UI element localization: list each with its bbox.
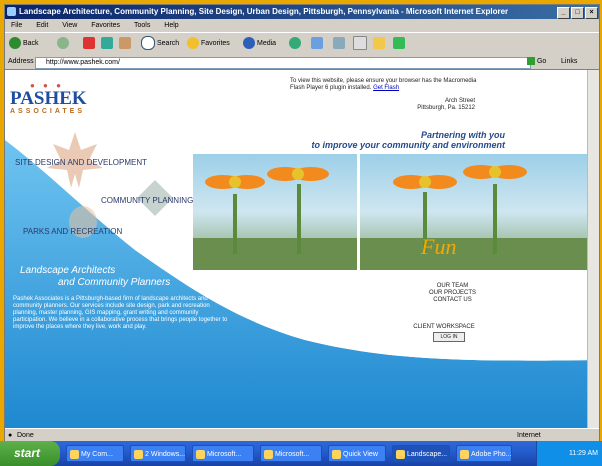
edit-icon — [353, 36, 367, 51]
folder-button[interactable] — [373, 36, 387, 52]
get-flash-link[interactable]: Get Flash — [373, 85, 399, 91]
back-arrow-icon — [9, 37, 21, 50]
address-label: Address — [8, 58, 34, 65]
refresh-button[interactable] — [101, 36, 115, 52]
task-button[interactable]: 2 Windows... — [130, 445, 186, 462]
task-button[interactable]: Microsoft... — [192, 445, 254, 462]
address-input[interactable]: http://www.pashek.com/ — [35, 57, 531, 69]
search-button[interactable]: Search — [141, 36, 179, 52]
forward-arrow-icon — [57, 37, 69, 50]
folder-icon — [373, 37, 385, 50]
browser-window: Landscape Architecture, Community Planni… — [4, 4, 600, 442]
nav-site-design[interactable]: SITE DESIGN AND DEVELOPMENT — [15, 158, 147, 167]
ie-app-icon — [396, 450, 405, 459]
app-icon — [264, 450, 273, 459]
contact-us-link[interactable]: CONTACT US — [415, 297, 490, 304]
home-icon — [119, 37, 131, 50]
close-button[interactable]: × — [585, 7, 598, 19]
photo-divider — [357, 154, 360, 270]
flash-note: To view this website, please ensure your… — [290, 78, 477, 91]
standard-toolbar: Back Search Favorites Media — [5, 32, 599, 56]
title-bar[interactable]: Landscape Architecture, Community Planni… — [5, 5, 599, 19]
landscape-heading: Landscape Architects and Community Plann… — [20, 265, 171, 288]
refresh-icon — [101, 37, 113, 50]
logo-name: PASHEK — [10, 88, 87, 109]
task-button[interactable]: Microsoft... — [260, 445, 322, 462]
app-icon — [134, 450, 143, 459]
search-icon — [141, 36, 155, 51]
system-tray: 11:29 AM — [536, 441, 602, 466]
our-projects-link[interactable]: OUR PROJECTS — [415, 290, 490, 297]
client-workspace-label: CLIENT WORKSPACE — [413, 324, 475, 330]
print-icon — [333, 37, 345, 50]
menu-edit[interactable]: Edit — [36, 22, 48, 29]
start-button[interactable]: start — [0, 441, 60, 466]
stop-icon — [83, 37, 95, 50]
flower-photo-banner: Fun — [193, 154, 597, 270]
flower-sculpture-image — [193, 165, 597, 270]
menu-file[interactable]: File — [11, 22, 22, 29]
menu-favorites[interactable]: Favorites — [91, 22, 120, 29]
app-icon — [196, 450, 205, 459]
app-icon — [70, 450, 79, 459]
links-label[interactable]: Links — [561, 55, 577, 69]
messenger-button[interactable] — [393, 36, 407, 52]
windows-taskbar: start My Com... 2 Windows... Microsoft..… — [0, 441, 602, 466]
history-icon — [289, 37, 301, 50]
print-button[interactable] — [333, 36, 347, 52]
office-address: Arch Street Pittsburgh, Pa. 15212 — [417, 98, 475, 111]
window-title: Landscape Architecture, Community Planni… — [19, 7, 509, 16]
nav-community-planning[interactable]: COMMUNITY PLANNING — [101, 196, 193, 205]
menu-tools[interactable]: Tools — [134, 22, 150, 29]
app-icon — [332, 450, 341, 459]
task-button[interactable]: Adobe Pho... — [456, 445, 512, 462]
go-arrow-icon — [527, 57, 535, 66]
fairy-figure-icon — [69, 206, 97, 238]
media-button[interactable]: Media — [243, 36, 276, 52]
edit-button[interactable] — [353, 36, 369, 52]
messenger-icon — [393, 37, 405, 50]
favorites-button[interactable]: Favorites — [187, 36, 230, 52]
menu-help[interactable]: Help — [164, 22, 178, 29]
minimize-button[interactable]: _ — [557, 7, 570, 19]
mail-icon — [311, 37, 323, 50]
login-button[interactable]: LOG IN — [433, 332, 465, 342]
address-bar: Address http://www.pashek.com/ Go Links — [5, 55, 599, 70]
media-icon — [243, 37, 255, 50]
clock[interactable]: 11:29 AM — [569, 450, 598, 457]
status-bar: ● Done Internet — [5, 428, 599, 442]
page-viewport: ● ● ● PASHEK ASSOCIATES To view this web… — [5, 70, 599, 428]
our-team-link[interactable]: OUR TEAM — [415, 283, 490, 290]
go-button[interactable]: Go — [527, 57, 549, 67]
menu-view[interactable]: View — [62, 22, 77, 29]
stop-button[interactable] — [83, 36, 97, 52]
menu-bar: File Edit View Favorites Tools Help — [5, 19, 599, 32]
forward-button[interactable] — [57, 36, 71, 52]
history-button[interactable] — [289, 36, 303, 52]
pashek-logo[interactable]: ● ● ● PASHEK ASSOCIATES — [10, 82, 87, 116]
firm-description: Pashek Associates is a Pittsburgh-based … — [13, 296, 228, 330]
nav-parks-recreation[interactable]: PARKS AND RECREATION — [23, 227, 122, 236]
fun-caption: Fun — [421, 234, 457, 259]
task-button[interactable]: My Com... — [66, 445, 124, 462]
back-button[interactable]: Back — [9, 36, 39, 52]
ie-icon — [7, 7, 16, 16]
task-button[interactable]: Quick View — [328, 445, 386, 462]
task-button-active[interactable]: Landscape... — [392, 445, 450, 462]
vertical-scrollbar[interactable] — [587, 70, 599, 428]
mail-button[interactable] — [311, 36, 325, 52]
star-icon — [187, 37, 199, 50]
right-links: OUR TEAM OUR PROJECTS CONTACT US — [415, 283, 490, 304]
maximize-button[interactable]: □ — [571, 7, 584, 19]
tagline: Partnering with you to improve your comm… — [311, 130, 505, 150]
home-button[interactable] — [119, 36, 133, 52]
logo-associates: ASSOCIATES — [10, 108, 85, 115]
app-icon — [460, 450, 469, 459]
